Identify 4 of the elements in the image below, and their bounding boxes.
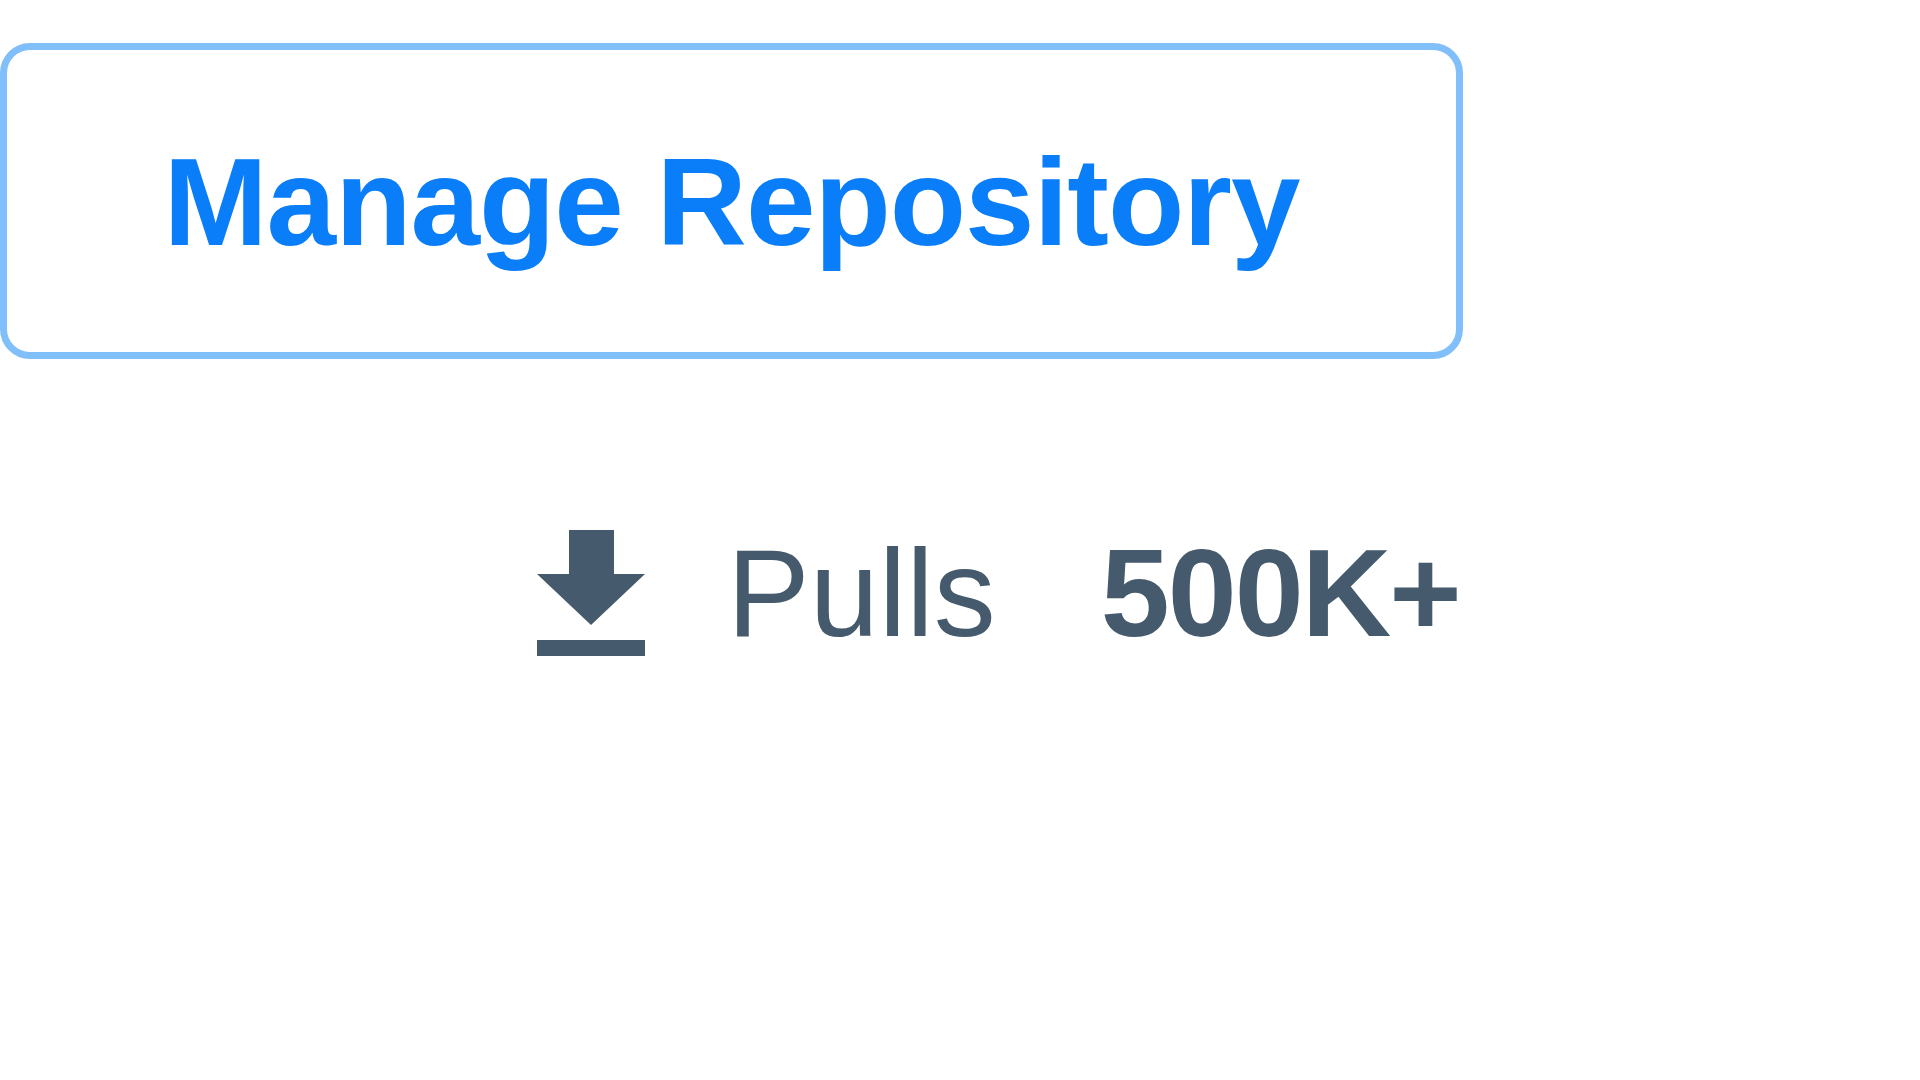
download-icon — [537, 530, 645, 656]
manage-repository-button[interactable]: Manage Repository — [0, 43, 1463, 359]
stat-value: 500K+ — [1100, 531, 1460, 655]
stat-label: Pulls — [727, 531, 996, 655]
